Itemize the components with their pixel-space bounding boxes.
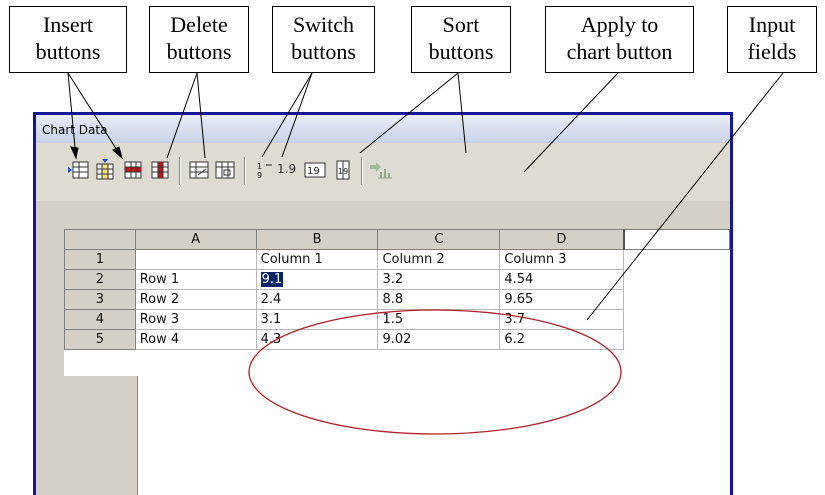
- toolbar-separator: [361, 157, 363, 185]
- callout-text-line: Switch: [292, 12, 355, 37]
- delete-row-button[interactable]: [122, 159, 144, 181]
- empty-cell: [624, 250, 730, 270]
- callout-text-line: fields: [747, 39, 797, 64]
- cell[interactable]: Column 1: [255, 249, 379, 270]
- column-header-row: A B C D: [64, 229, 730, 250]
- switch-columns-button[interactable]: [214, 159, 236, 181]
- callout-text-line: Delete: [170, 12, 228, 37]
- sort-columns-icon: 19: [336, 160, 350, 180]
- sort-columns-button[interactable]: 19: [332, 159, 354, 181]
- sort-ascending-icon: 1 9: [257, 162, 272, 180]
- selected-value[interactable]: 9.1: [260, 272, 284, 287]
- insert-row-icon: [68, 161, 89, 179]
- table-row: 2 Row 1 9.1 3.2 4.54: [64, 269, 730, 290]
- callout-text-line: buttons: [428, 39, 494, 64]
- insert-column-icon: [96, 159, 114, 180]
- callout-text-line: buttons: [166, 39, 232, 64]
- cell[interactable]: 9.02: [377, 329, 501, 350]
- callout-text-line: buttons: [291, 39, 356, 64]
- row-header[interactable]: 3: [64, 289, 136, 310]
- apply-to-chart-button[interactable]: [369, 159, 392, 181]
- table-row: 3 Row 2 2.4 8.8 9.65: [64, 289, 730, 310]
- cell[interactable]: 9.65: [499, 289, 625, 310]
- row-header[interactable]: 5: [64, 329, 136, 350]
- cell[interactable]: 3.1: [255, 309, 379, 330]
- cell[interactable]: Column 3: [499, 249, 625, 270]
- cell[interactable]: 8.8: [377, 289, 501, 310]
- apply-chart-icon: [370, 162, 392, 179]
- insert-column-button[interactable]: [94, 159, 116, 181]
- cell[interactable]: Row 3: [134, 309, 257, 330]
- empty-cell: [624, 330, 730, 350]
- cell[interactable]: 1.5: [377, 309, 501, 330]
- cell[interactable]: 4.3: [255, 329, 379, 350]
- chart-data-window: Chart Data 1 9 1.9 19 19 A B C D 1 Colum…: [33, 112, 733, 495]
- sort-rows-icon: 19: [304, 162, 326, 178]
- column-header[interactable]: D: [499, 229, 625, 250]
- empty-cell: [624, 290, 730, 310]
- toolbar: 1 9 1.9 19 19: [36, 143, 730, 201]
- column-header[interactable]: C: [377, 229, 501, 250]
- delete-column-icon: [151, 161, 169, 179]
- column-header[interactable]: B: [255, 229, 379, 250]
- switch-columns-icon: [215, 161, 235, 179]
- sort-ascending-button[interactable]: 1 9: [254, 159, 276, 181]
- corner-cell[interactable]: [64, 229, 136, 250]
- sort-by-value-button[interactable]: 1.9: [277, 162, 296, 176]
- empty-cell: [624, 310, 730, 330]
- switch-rows-icon: [189, 161, 209, 179]
- table-row: 5 Row 4 4.3 9.02 6.2: [64, 329, 730, 350]
- cell[interactable]: Row 2: [134, 289, 257, 310]
- table-row: 1 Column 1 Column 2 Column 3: [64, 249, 730, 270]
- svg-text:9: 9: [257, 171, 262, 180]
- callout-delete-buttons: Delete buttons: [149, 6, 249, 73]
- cell[interactable]: Column 2: [377, 249, 501, 270]
- callout-switch-buttons: Switch buttons: [272, 6, 375, 73]
- table-row: 4 Row 3 3.1 1.5 3.7: [64, 309, 730, 330]
- callout-text-line: Insert: [42, 12, 94, 37]
- cell[interactable]: 3.7: [499, 309, 625, 330]
- callout-text-line: Apply to: [580, 12, 659, 37]
- window-title: Chart Data: [36, 115, 730, 143]
- svg-text:19: 19: [307, 166, 320, 177]
- data-grid: A B C D 1 Column 1 Column 2 Column 3 2 R…: [64, 229, 730, 495]
- empty-cell: [624, 270, 730, 290]
- switch-rows-button[interactable]: [188, 159, 210, 181]
- cell[interactable]: 4.54: [499, 269, 625, 290]
- callout-input-fields: Input fields: [727, 6, 817, 73]
- cell[interactable]: 6.2: [499, 329, 625, 350]
- callout-text-line: chart button: [566, 39, 673, 64]
- sort-rows-button[interactable]: 19: [304, 159, 326, 181]
- row-header[interactable]: 2: [64, 269, 136, 290]
- callout-text-line: buttons: [35, 39, 101, 64]
- cell[interactable]: Row 1: [134, 269, 257, 290]
- row-header[interactable]: 4: [64, 309, 136, 330]
- row-header[interactable]: 1: [64, 249, 136, 270]
- svg-text:19: 19: [338, 167, 348, 176]
- cell[interactable]: 3.2: [377, 269, 501, 290]
- callout-insert-buttons: Insert buttons: [9, 6, 127, 73]
- svg-text:1: 1: [257, 162, 262, 171]
- data-table: A B C D 1 Column 1 Column 2 Column 3 2 R…: [64, 229, 730, 350]
- cell[interactable]: 2.4: [255, 289, 379, 310]
- callout-apply-button: Apply to chart button: [545, 6, 694, 73]
- callout-text-line: Input: [748, 12, 796, 37]
- insert-row-button[interactable]: [68, 159, 90, 181]
- delete-column-button[interactable]: [149, 159, 171, 181]
- column-header-empty[interactable]: [622, 229, 730, 250]
- row-header-fill: [64, 376, 138, 495]
- cell[interactable]: [134, 249, 257, 270]
- cell-selected[interactable]: 9.1: [255, 269, 379, 290]
- cell[interactable]: Row 4: [134, 329, 257, 350]
- column-header[interactable]: A: [134, 229, 257, 250]
- toolbar-separator: [179, 157, 181, 185]
- callout-sort-buttons: Sort buttons: [411, 6, 511, 73]
- delete-row-icon: [124, 161, 142, 179]
- callout-text-line: Sort: [442, 12, 480, 37]
- toolbar-separator: [244, 157, 246, 185]
